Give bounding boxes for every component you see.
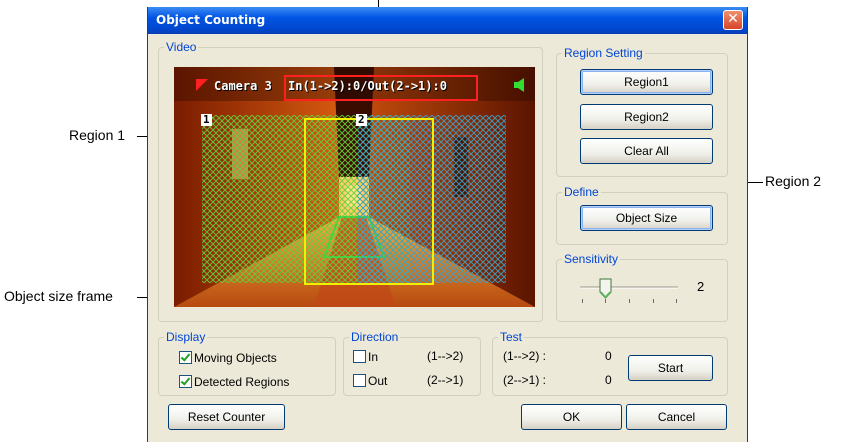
test-label: Test [500, 330, 523, 344]
close-button[interactable]: ✕ [723, 10, 743, 30]
slider-thumb [599, 278, 612, 299]
detected-regions-checkbox[interactable]: Detected Regions [179, 375, 289, 389]
ok-button[interactable]: OK [521, 404, 622, 430]
direction-in-checkbox[interactable]: In [353, 350, 378, 364]
test-row2-label: (2-->1) : [503, 373, 547, 387]
counter-text: In(1->2):0/Out(2->1):0 [288, 79, 447, 93]
window-title: Object Counting [156, 13, 266, 27]
direction-label: Direction [351, 330, 399, 344]
region1-button[interactable]: Region1 [580, 69, 713, 95]
close-icon: ✕ [727, 11, 739, 27]
direction-in-arrow: (1-->2) [427, 349, 464, 363]
direction-in-check[interactable] [353, 350, 366, 363]
camera-label: Camera 3 [214, 79, 272, 93]
define-label: Define [564, 185, 599, 199]
moving-objects-checkbox[interactable]: Moving Objects [179, 351, 277, 365]
object-size-frame-callout-label: Object size frame [4, 288, 113, 304]
moving-objects-check[interactable] [179, 351, 192, 364]
test-row1-value: 0 [605, 349, 612, 363]
detected-regions-check[interactable] [179, 375, 192, 388]
direction-out-label: Out [368, 374, 388, 388]
region2-callout-label: Region 2 [765, 173, 822, 189]
video-view[interactable]: Camera 3 In(1->2):0/Out(2->1):0 1 2 [174, 67, 535, 307]
detected-regions-label: Detected Regions [194, 375, 290, 389]
clear-all-button[interactable]: Clear All [580, 138, 713, 164]
title-bar[interactable]: Object Counting ✕ [148, 7, 747, 34]
sensitivity-slider[interactable] [578, 275, 688, 305]
object-size-button[interactable]: Object Size [580, 205, 713, 231]
region1-callout-label: Region 1 [69, 127, 126, 143]
sensitivity-label: Sensitivity [564, 252, 619, 266]
reset-counter-button[interactable]: Reset Counter [168, 404, 285, 430]
corridor-scene [174, 67, 535, 307]
test-row2-value: 0 [605, 373, 612, 387]
slider-ticks [582, 299, 677, 303]
display-label: Display [166, 330, 206, 344]
direction-out-checkbox[interactable]: Out [353, 374, 387, 388]
moving-objects-label: Moving Objects [194, 351, 277, 365]
region2-tag: 2 [356, 113, 367, 126]
direction-out-arrow: (2-->1) [427, 373, 464, 387]
red-flag-icon [196, 79, 208, 91]
test-row1-label: (1-->2) : [503, 349, 547, 363]
region2-button[interactable]: Region2 [580, 104, 713, 130]
cancel-button[interactable]: Cancel [626, 404, 727, 430]
region-setting-label: Region Setting [564, 46, 643, 60]
direction-in-label: In [368, 350, 379, 364]
speaker-icon[interactable] [514, 78, 528, 92]
sensitivity-value: 2 [697, 279, 705, 294]
start-button[interactable]: Start [628, 355, 713, 381]
direction-out-check[interactable] [353, 374, 366, 387]
region2-overlay [357, 115, 506, 283]
video-group-label: Video [166, 40, 197, 54]
region1-tag: 1 [201, 113, 212, 126]
